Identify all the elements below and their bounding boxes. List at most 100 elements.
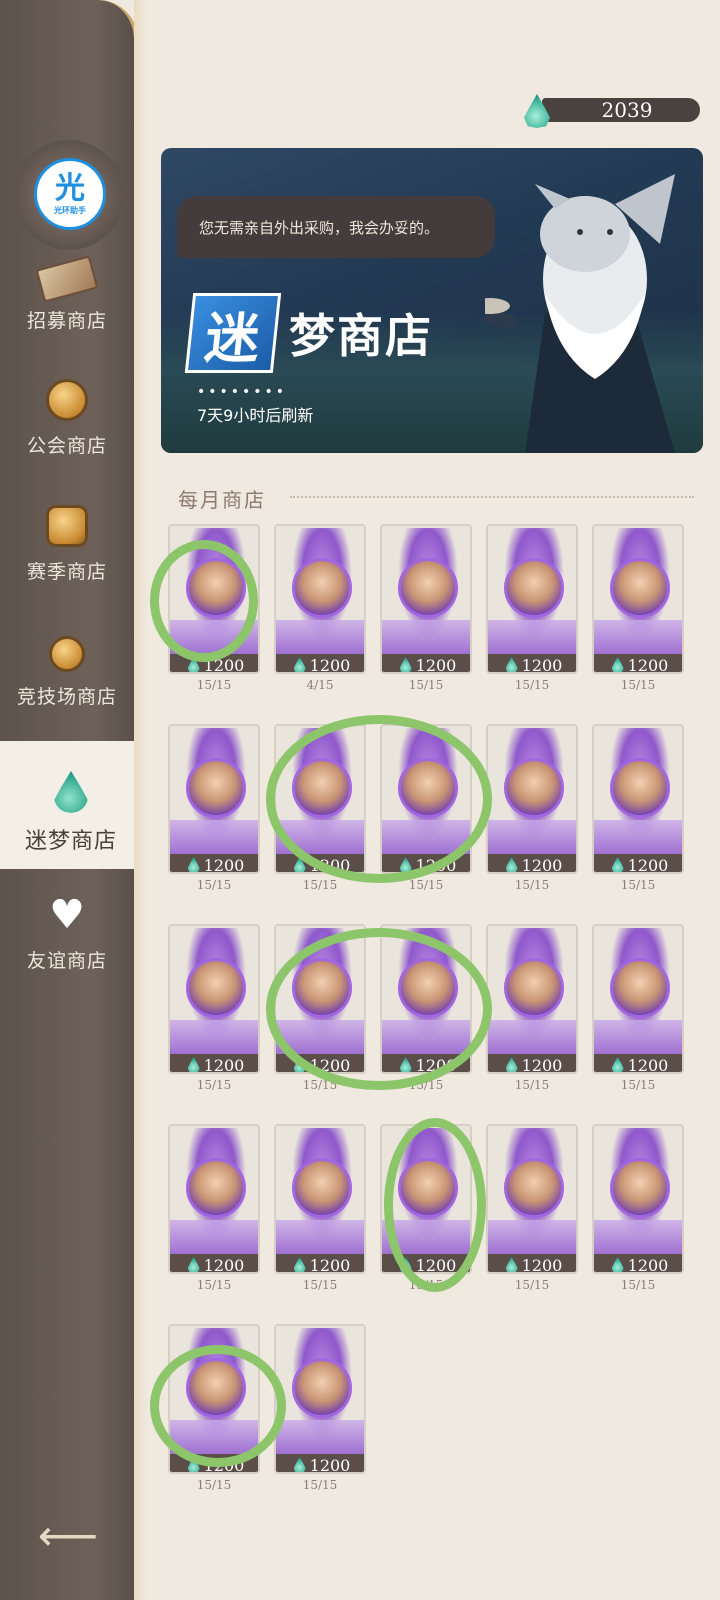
purple-swirl-effect — [170, 1020, 258, 1054]
dream-drop-icon — [293, 1057, 306, 1072]
dream-drop-icon — [399, 857, 412, 872]
npc-character-illustration — [485, 174, 675, 453]
back-arrow-icon[interactable]: ⟵ — [38, 1510, 98, 1560]
purple-swirl-effect — [382, 820, 470, 854]
price-value: 1200 — [203, 1455, 245, 1474]
price-value: 1200 — [521, 1255, 563, 1274]
price-value: 1200 — [415, 655, 457, 674]
price-value: 1200 — [203, 1055, 245, 1074]
dream-drop-icon — [187, 1057, 200, 1072]
item-price: 1200 — [170, 1254, 258, 1272]
item-price: 1200 — [382, 1054, 470, 1074]
price-value: 1200 — [309, 1055, 351, 1074]
shop-item-card[interactable]: 1200 15/15 — [486, 524, 578, 700]
purple-swirl-effect — [170, 1220, 258, 1254]
item-price: 1200 — [276, 1054, 364, 1074]
hero-portrait-icon — [186, 1358, 246, 1418]
shop-item-card[interactable]: 1200 15/15 — [380, 724, 472, 900]
dream-drop-icon — [611, 1257, 624, 1272]
stock-count: 15/15 — [302, 878, 338, 892]
shop-item-card[interactable]: 1200 15/15 — [168, 724, 260, 900]
shop-item-card[interactable]: 1200 15/15 — [168, 1324, 260, 1500]
purple-swirl-effect — [276, 1020, 364, 1054]
hero-portrait-icon — [186, 558, 246, 618]
dream-drop-icon — [293, 1457, 306, 1472]
item-price: 1200 — [276, 1254, 364, 1272]
shop-item-card[interactable]: 1200 15/15 — [168, 524, 260, 700]
shop-item-card[interactable]: 1200 15/15 — [168, 924, 260, 1100]
price-value: 1200 — [627, 655, 669, 674]
sidebar-item-label: 招募商店 — [26, 310, 107, 332]
dream-drop-icon — [293, 1257, 306, 1272]
hero-portrait-icon — [610, 758, 670, 818]
stock-count: 15/15 — [196, 1278, 232, 1292]
shop-item-card[interactable]: 1200 15/15 — [380, 924, 472, 1100]
price-value: 1200 — [627, 1255, 669, 1274]
sidebar-item-recruit-shop[interactable]: 招募商店 — [0, 222, 134, 347]
shop-item-card[interactable]: 1200 15/15 — [486, 924, 578, 1100]
sidebar-item-dream-shop[interactable]: 迷梦商店 — [0, 741, 142, 869]
purple-swirl-effect — [170, 1420, 258, 1454]
section-divider — [290, 496, 694, 498]
item-price: 1200 — [382, 854, 470, 872]
sidebar-item-friendship-shop[interactable]: ♥ 友谊商店 — [0, 862, 134, 987]
shop-item-card[interactable]: 1200 15/15 — [592, 724, 684, 900]
sidebar-item-guild-shop[interactable]: 公会商店 — [0, 347, 134, 472]
shop-item-card[interactable]: 1200 15/15 — [274, 724, 366, 900]
item-frame: 1200 — [274, 1324, 366, 1474]
price-value: 1200 — [521, 1055, 563, 1074]
stock-count: 15/15 — [196, 1478, 232, 1492]
shop-banner: 您无需亲自外出采购，我会办妥的。 迷 梦商店 •••••••• 7天9小时后刷新 — [161, 148, 703, 453]
purple-swirl-effect — [276, 1420, 364, 1454]
price-value: 1200 — [415, 1055, 457, 1074]
stock-count: 15/15 — [514, 678, 550, 692]
shop-item-card[interactable]: 1200 15/15 — [486, 724, 578, 900]
purple-swirl-effect — [594, 1220, 682, 1254]
dream-drop-icon — [54, 771, 88, 813]
stock-count: 15/15 — [408, 678, 444, 692]
shop-item-card[interactable]: 1200 15/15 — [380, 1124, 472, 1300]
item-frame: 1200 — [168, 524, 260, 674]
sidebar-item-season-shop[interactable]: 赛季商店 — [0, 473, 134, 598]
stock-count: 15/15 — [302, 1478, 338, 1492]
purple-swirl-effect — [594, 620, 682, 654]
item-frame: 1200 — [486, 724, 578, 874]
npc-speech-bubble: 您无需亲自外出采购，我会办妥的。 — [177, 196, 495, 258]
shop-item-card[interactable]: 1200 15/15 — [592, 1124, 684, 1300]
heart-icon: ♥ — [49, 892, 85, 938]
dream-drop-icon — [505, 1057, 518, 1072]
shop-item-card[interactable]: 1200 15/15 — [168, 1124, 260, 1300]
shop-item-card[interactable]: 1200 15/15 — [274, 1124, 366, 1300]
dream-drop-icon — [399, 657, 412, 672]
shop-item-card[interactable]: 1200 15/15 — [592, 924, 684, 1100]
price-value: 1200 — [203, 655, 245, 674]
item-price: 1200 — [488, 1254, 576, 1274]
shop-item-card[interactable]: 1200 15/15 — [380, 524, 472, 700]
shop-item-card[interactable]: 1200 15/15 — [592, 524, 684, 700]
item-price: 1200 — [170, 1054, 258, 1074]
item-frame: 1200 — [274, 1124, 366, 1274]
helper-logo-icon[interactable]: 光 光环助手 — [34, 158, 106, 230]
sidebar-item-label: 赛季商店 — [26, 561, 107, 583]
shop-item-card[interactable]: 1200 4/15 — [274, 524, 366, 700]
dream-drop-icon — [611, 657, 624, 672]
dream-drop-icon — [293, 657, 306, 672]
item-price: 1200 — [276, 1454, 364, 1472]
stock-count: 15/15 — [514, 1078, 550, 1092]
item-frame: 1200 — [168, 924, 260, 1074]
item-frame: 1200 — [380, 724, 472, 874]
item-frame: 1200 — [592, 924, 684, 1074]
item-frame: 1200 — [486, 1124, 578, 1274]
hero-portrait-icon — [610, 558, 670, 618]
section-title: 每月商店 — [178, 488, 266, 512]
shop-item-card[interactable]: 1200 15/15 — [274, 1324, 366, 1500]
item-price: 1200 — [276, 654, 364, 672]
dream-drop-icon — [505, 857, 518, 872]
price-value: 1200 — [627, 855, 669, 874]
purple-swirl-effect — [488, 1220, 576, 1254]
banner-dots: •••••••• — [197, 384, 288, 400]
shop-item-card[interactable]: 1200 15/15 — [486, 1124, 578, 1300]
sidebar-item-arena-shop[interactable]: 竞技场商店 — [0, 598, 134, 723]
hero-portrait-icon — [504, 758, 564, 818]
shop-item-card[interactable]: 1200 15/15 — [274, 924, 366, 1100]
